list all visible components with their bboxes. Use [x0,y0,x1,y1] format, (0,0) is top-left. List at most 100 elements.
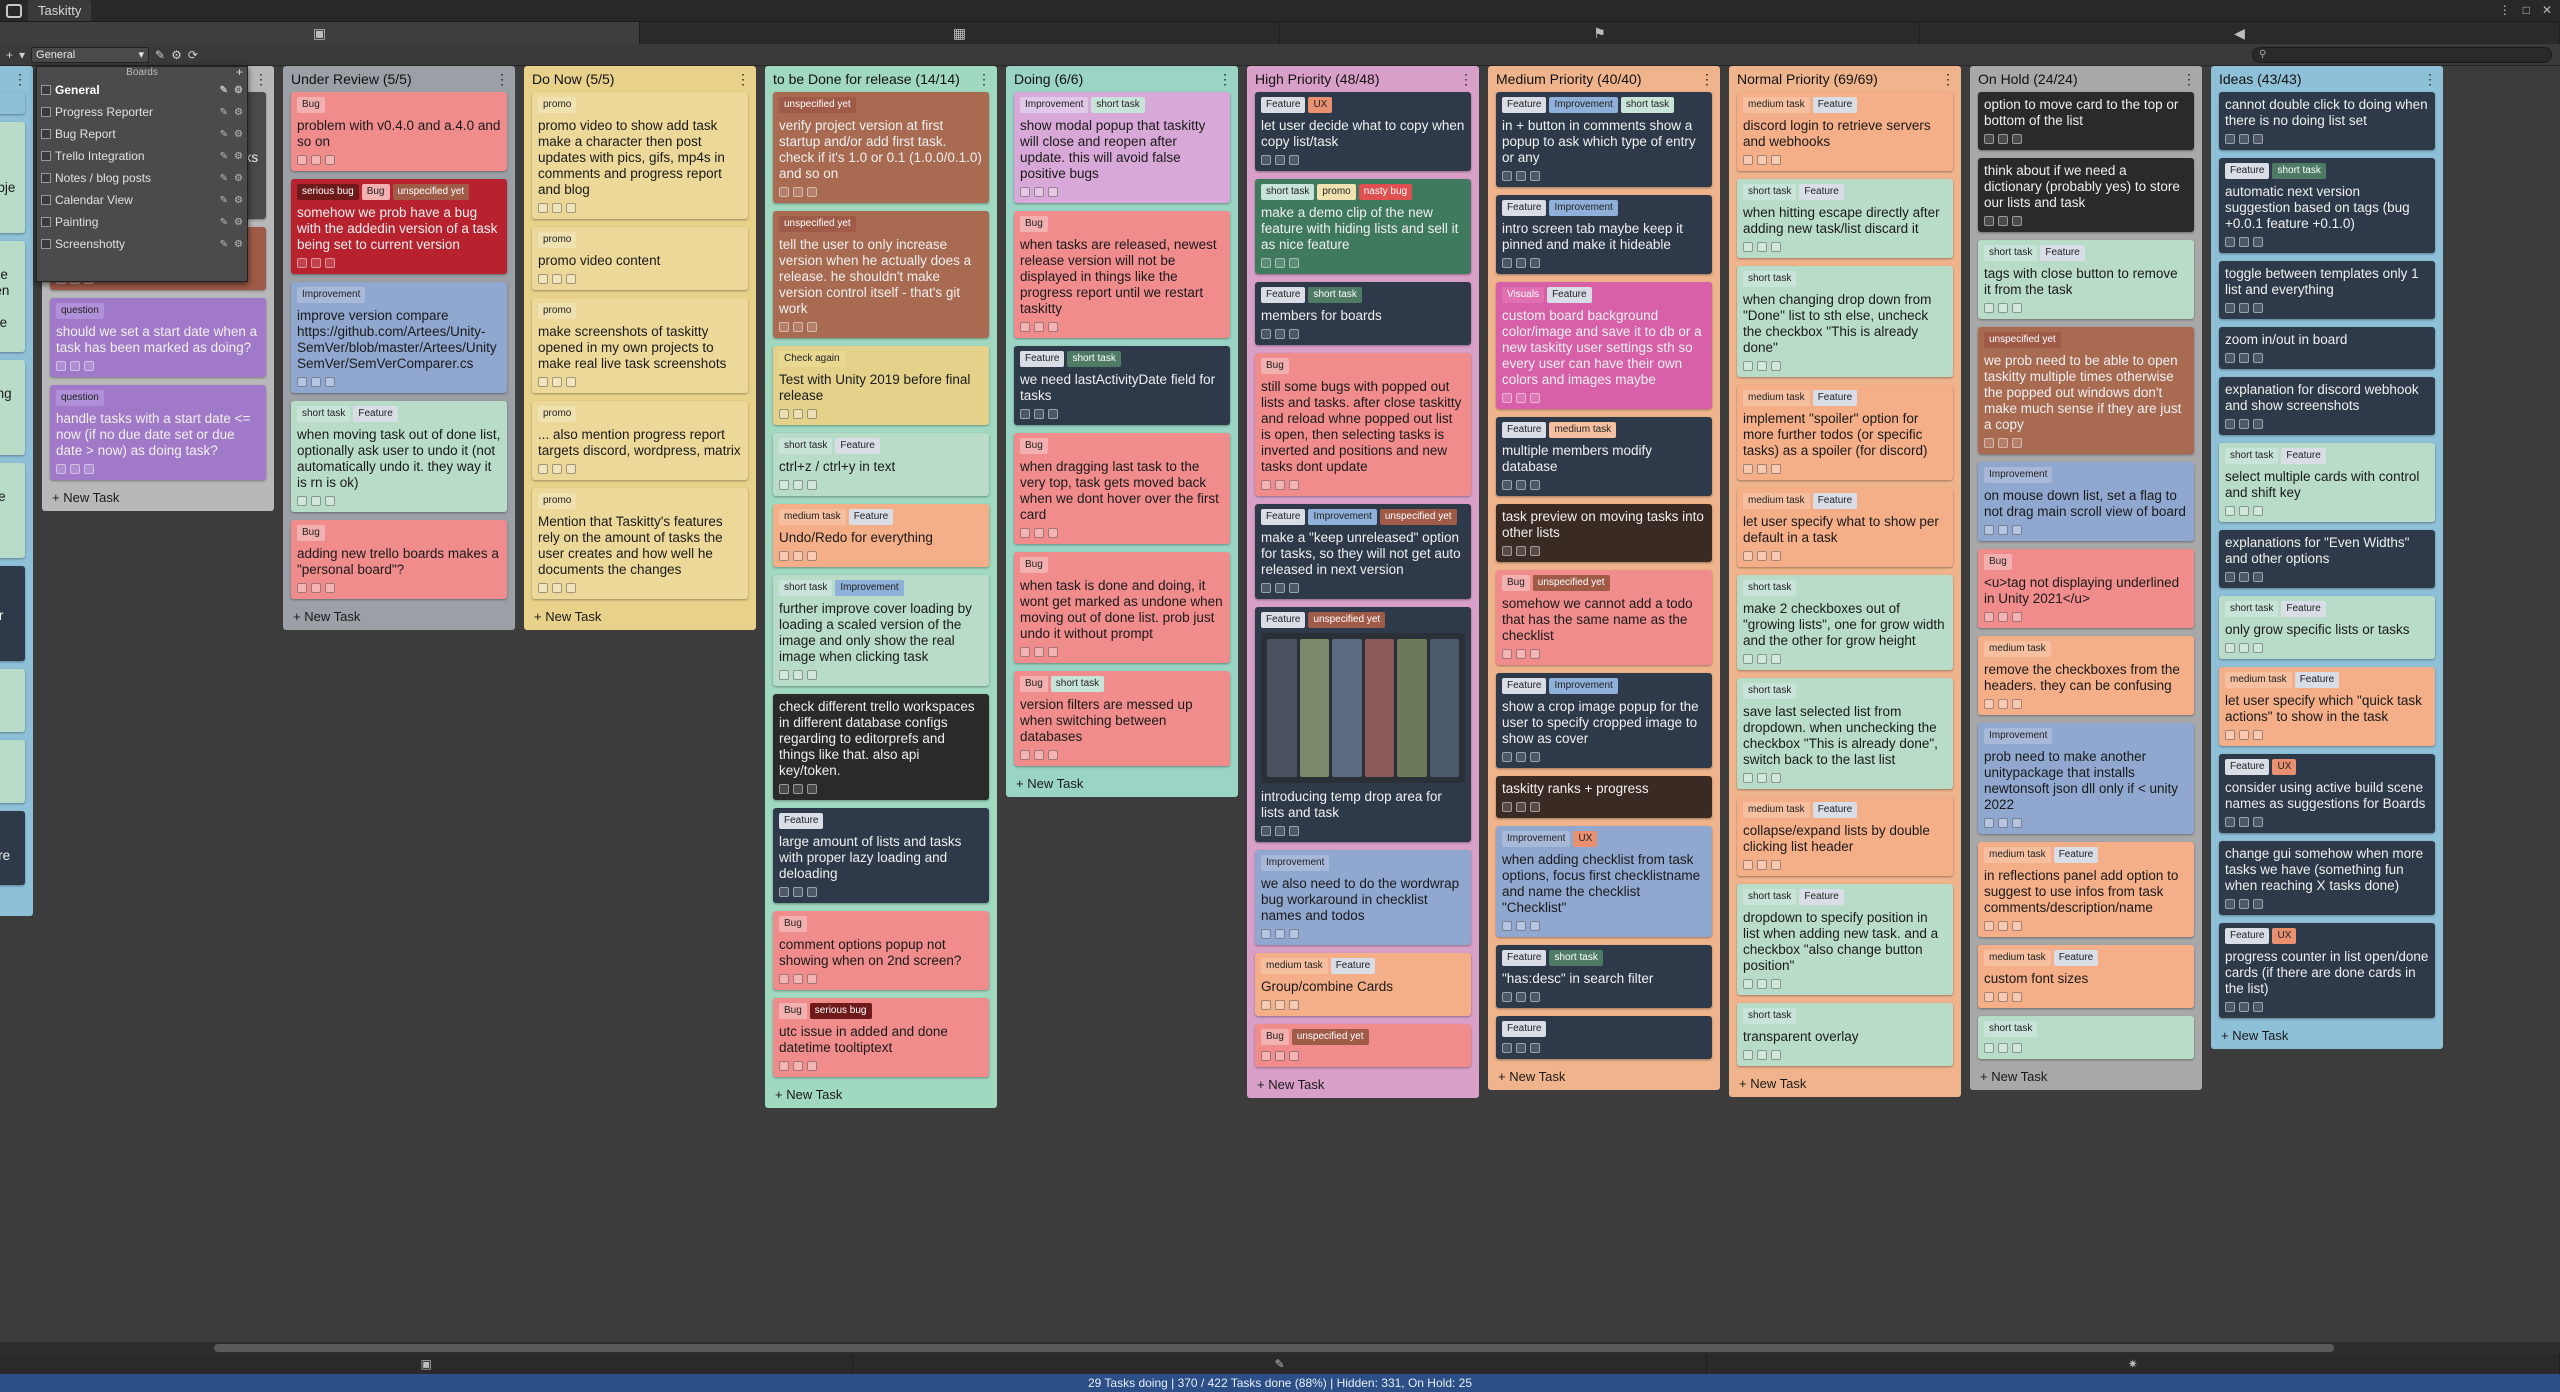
horizontal-scrollbar[interactable] [0,1342,2560,1354]
card-tag[interactable]: medium task [1984,950,2051,966]
checklist-icon[interactable] [1275,329,1285,339]
card-tag[interactable]: Feature [1502,97,1547,113]
card-tag[interactable]: short task [1743,271,1797,287]
list-menu-icon[interactable]: ⋮ [736,71,750,88]
description-icon[interactable] [2225,817,2235,827]
description-icon[interactable] [1984,303,1994,313]
checklist-icon[interactable] [1275,480,1285,490]
task-card[interactable]: short taskFeature popout lists and cards [0,740,25,803]
card-tag[interactable]: short task [1743,184,1797,200]
comment-icon[interactable] [2253,134,2263,144]
description-icon[interactable] [779,551,789,561]
comment-icon[interactable] [1289,329,1299,339]
comment-icon[interactable] [807,480,817,490]
comment-icon[interactable] [1771,860,1781,870]
comment-icon[interactable] [2012,699,2022,709]
task-card[interactable]: short task think about if we want tags to… [0,241,25,352]
card-tag[interactable]: unspecified yet [779,216,856,232]
card-tag[interactable]: serious bug [809,1003,872,1019]
checklist-icon[interactable] [2239,899,2249,909]
checklist-icon[interactable] [70,361,80,371]
task-card[interactable]: on first time double click card, show pr… [0,811,25,885]
description-icon[interactable] [538,583,548,593]
card-tag[interactable]: Feature [835,438,880,454]
task-card[interactable]: short task make 2 checkboxes out of "grow… [1737,575,1953,670]
description-icon[interactable] [1261,583,1271,593]
board-visibility-checkbox[interactable] [41,151,51,161]
comment-icon[interactable] [325,155,335,165]
card-tag[interactable]: Bug [297,97,325,113]
task-card[interactable]: short task make bar texture for light the… [0,463,25,558]
add-dropdown-icon[interactable]: ▾ [19,48,25,62]
task-card[interactable]: unspecified yet verify project version at… [773,92,989,203]
comment-icon[interactable] [1289,826,1299,836]
tab-progress-report[interactable]: ◀ [1920,22,2560,44]
card-tag[interactable]: Feature [2053,950,2099,966]
list-menu-icon[interactable]: ⋮ [495,71,509,88]
card-tag[interactable]: promo [538,232,577,248]
card-tag[interactable]: Bug [1502,575,1530,591]
task-card[interactable]: Bug problem with v0.4.0 and a.4.0 and so … [291,92,507,171]
card-tag[interactable]: promo [538,303,577,319]
description-icon[interactable] [1743,1050,1753,1060]
checklist-icon[interactable] [1998,992,2008,1002]
comment-icon[interactable] [1048,528,1058,538]
gear-icon[interactable]: ⚙ [234,239,243,250]
comment-icon[interactable] [1048,750,1058,760]
card-tag[interactable]: Improvement [1502,831,1571,847]
card-tag[interactable]: Check again [779,351,845,367]
comment-icon[interactable] [2253,1002,2263,1012]
comment-icon[interactable] [2012,818,2022,828]
card-tag[interactable]: Visuals [1502,287,1545,303]
comment-icon[interactable] [1289,480,1299,490]
card-tag[interactable]: short task [1984,1021,2038,1037]
card-tag[interactable]: unspecified yet [779,97,856,113]
card-tag[interactable]: Improvement [1984,467,2053,483]
comment-icon[interactable] [1771,155,1781,165]
task-card[interactable]: unspecified yet we prob need to be able t… [1978,327,2194,454]
list-header[interactable]: Ideas (43/43) ⋮ [2211,66,2443,92]
description-icon[interactable] [1743,654,1753,664]
description-icon[interactable] [297,155,307,165]
checklist-icon[interactable] [793,887,803,897]
comment-icon[interactable] [1048,187,1058,197]
task-card[interactable]: Feature short task automatic next version … [2219,158,2435,253]
task-card[interactable]: unspecified yet tell the user to only inc… [773,211,989,338]
description-icon[interactable] [2225,643,2235,653]
card-tag[interactable]: Bug [1020,557,1048,573]
checklist-icon[interactable] [2239,730,2249,740]
card-tag[interactable]: short task [779,438,833,454]
checklist-icon[interactable] [2239,506,2249,516]
comment-icon[interactable] [807,409,817,419]
description-icon[interactable] [1261,329,1271,339]
task-card[interactable]: medium task Feature in reflections panel a… [1978,842,2194,937]
list-menu-icon[interactable]: ⋮ [977,71,991,88]
checklist-icon[interactable] [1516,480,1526,490]
comment-icon[interactable] [1771,1050,1781,1060]
list-doing[interactable]: Doing (6/6) ⋮ Improvement short task show mo… [1006,66,1238,797]
comment-icon[interactable] [807,322,817,332]
card-tag[interactable]: short task [297,406,351,422]
checklist-icon[interactable] [70,464,80,474]
task-card[interactable]: medium task Feature collapse/expand lists … [1737,797,1953,876]
task-card[interactable]: Bug short task version filters are messed … [1014,671,1230,766]
task-card[interactable]: Visuals Feature custom board background co… [1496,282,1712,409]
add-board-button[interactable]: + [6,48,13,62]
task-card[interactable]: short task transparent overlay [1737,1003,1953,1066]
checklist-icon[interactable] [1275,929,1285,939]
task-card[interactable]: Improvement improve version compare https… [291,282,507,393]
task-card[interactable]: Feature Improvement show a crop image popu… [1496,673,1712,768]
comment-icon[interactable] [1530,921,1540,931]
card-tag[interactable]: promo [538,406,577,422]
comment-icon[interactable] [566,203,576,213]
checklist-icon[interactable] [1757,464,1767,474]
list-hold[interactable]: On Hold (24/24) ⋮ option to move card to t… [1970,66,2202,1090]
checklist-icon[interactable] [2239,134,2249,144]
description-icon[interactable] [1020,647,1030,657]
description-icon[interactable] [1261,155,1271,165]
comment-icon[interactable] [1289,929,1299,939]
checklist-icon[interactable] [1998,1043,2008,1053]
list-menu-icon[interactable]: ⋮ [254,71,268,88]
checklist-icon[interactable] [1034,528,1044,538]
description-icon[interactable] [297,377,307,387]
